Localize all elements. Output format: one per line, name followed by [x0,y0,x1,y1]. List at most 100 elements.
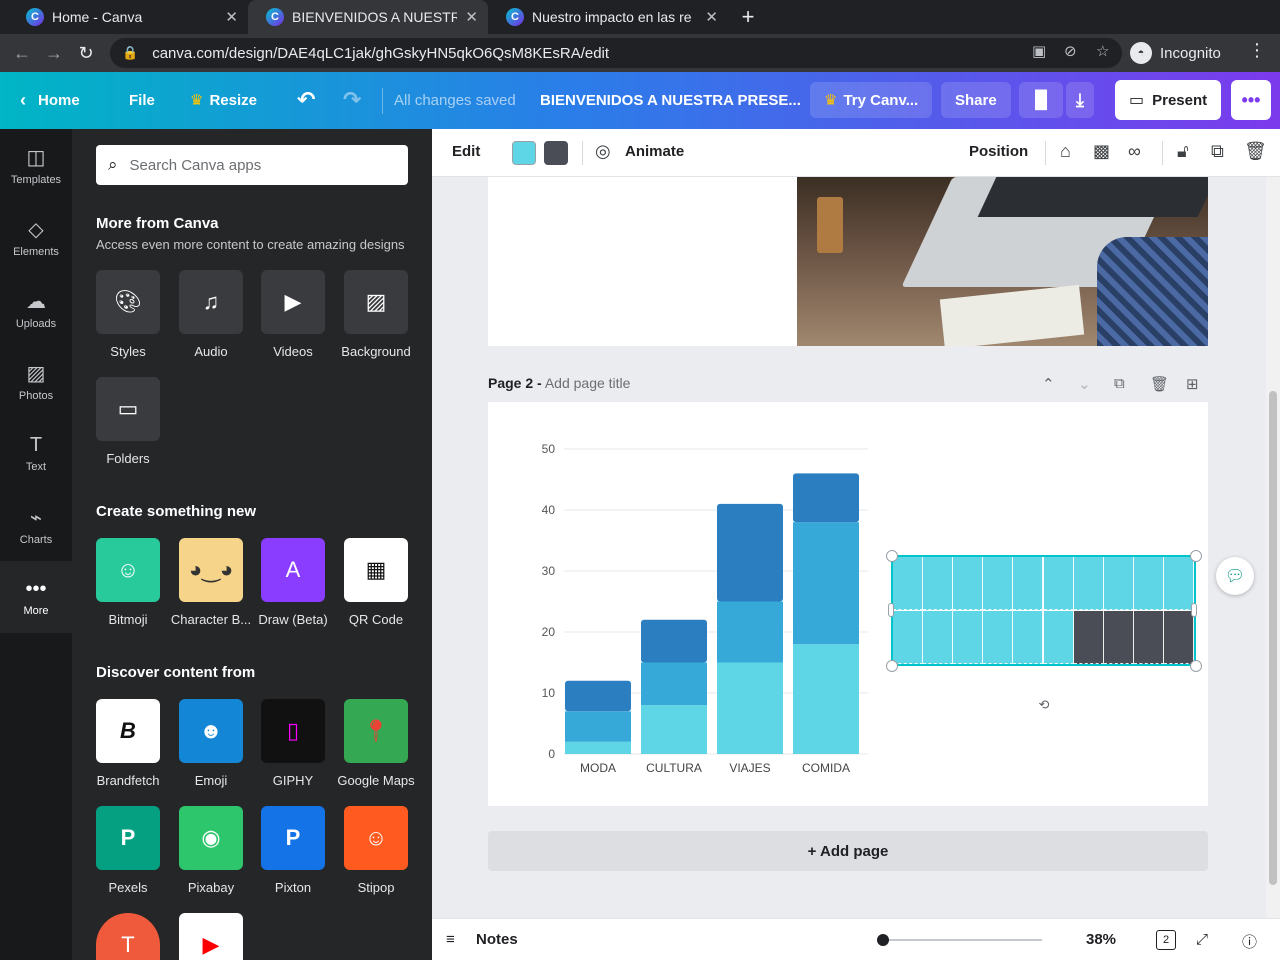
pexels-tile[interactable]: P [96,806,160,870]
rail-item-text[interactable]: T Text [0,417,72,489]
brandfetch-tile[interactable]: B [96,699,160,763]
rail-item-templates[interactable]: ◫ Templates [0,129,72,201]
color-swatch-fill[interactable] [512,141,536,165]
chevron-down-icon[interactable]: ⌄ [1078,375,1091,393]
duplicate-page-icon[interactable]: ⧉ [1114,375,1125,392]
rail-item-charts[interactable]: ⌁ Charts [0,489,72,561]
draw-beta-tile[interactable]: A [261,538,325,602]
browser-tab-home[interactable]: C Home - Canva ✕ [8,0,248,34]
rail-item-more[interactable]: ••• More [0,561,72,633]
giphy-tile[interactable]: ▯ [261,699,325,763]
redo-icon[interactable]: ↷ [343,82,361,118]
new-tab-icon[interactable]: + [736,3,760,31]
resize-handle-bl[interactable] [886,660,898,672]
add-comment-icon[interactable]: 💬︎ [1216,557,1254,595]
browser-tab-active[interactable]: C BIENVENIDOS A NUESTRA ✕ [248,0,488,34]
stacked-bar-chart[interactable]: 0 10 20 30 40 50 MODA CULTURA VIAJES COMIDA [528,432,928,822]
close-tab-icon[interactable]: ✕ [465,8,478,26]
fullscreen-icon[interactable]: ⤢ [1196,931,1208,948]
bookmark-star-icon[interactable]: ☆ [1096,42,1109,60]
add-page-title-field[interactable]: Add page title [545,375,631,391]
rail-item-uploads[interactable]: ☁ Uploads [0,273,72,345]
videos-tile[interactable]: ▶ [261,270,325,334]
canvas-scrollbar[interactable] [1266,177,1280,918]
notes-button[interactable]: Notes [476,931,518,948]
audio-tile[interactable]: ♫ [179,270,243,334]
rail-item-photos[interactable]: ▨ Photos [0,345,72,417]
resize-handle-right[interactable] [1191,603,1197,617]
chevron-up-icon[interactable]: ⌃ [1042,375,1055,393]
file-menu-button[interactable]: File [129,82,155,118]
resize-handle-br[interactable] [1190,660,1202,672]
back-icon[interactable]: ← [9,40,35,66]
home-button[interactable]: ‹ Home [20,82,80,118]
rail-label: More [23,604,49,617]
resize-handle-left[interactable] [888,603,894,617]
present-button[interactable]: ▭ Present [1115,80,1222,120]
delete-page-icon[interactable]: 🗑︎ [1150,375,1169,393]
add-page-icon[interactable]: ⊞ [1186,375,1199,393]
resize-button[interactable]: ♛ Resize [190,82,257,118]
zoom-slider-knob[interactable] [877,934,889,946]
emoji-tile[interactable]: ☻ [179,699,243,763]
folders-tile[interactable]: ▭ [96,377,160,441]
stipop-tile[interactable]: ☺ [344,806,408,870]
animate-button[interactable]: Animate [625,143,684,160]
browser-menu-icon[interactable]: ⋮ [1248,40,1266,61]
document-title[interactable]: BIENVENIDOS A NUESTRA PRESE... [540,92,801,109]
page-2[interactable]: 0 10 20 30 40 50 MODA CULTURA VIAJES COMIDA ⟲ [488,402,1208,806]
try-canva-pro-button[interactable]: ♛ Try Canv... [810,82,933,118]
download-button[interactable]: ⤓ [1066,82,1094,118]
search-input[interactable] [129,156,370,174]
grid-cell [893,557,924,610]
forward-icon[interactable]: → [41,40,67,66]
emoji-face-icon: ☻ [199,718,223,743]
lock-icon[interactable]: 🔓︎ [1177,141,1189,162]
styles-tile[interactable]: 🎨︎ [96,270,160,334]
close-tab-icon[interactable]: ✕ [225,8,238,26]
laptop-photo[interactable] [797,177,1208,346]
reload-icon[interactable]: ↻ [73,40,99,66]
qr-code-tile[interactable]: ▦ [344,538,408,602]
transparency-icon[interactable]: ▩ [1093,141,1110,162]
rail-item-elements[interactable]: ◇ Elements [0,201,72,273]
color-swatch-empty[interactable] [544,141,568,165]
bitmoji-tile[interactable]: ☺ [96,538,160,602]
resize-handle-tl[interactable] [886,550,898,562]
youtube-tile[interactable]: ▶ [179,913,243,960]
typecraft-tile[interactable]: T [96,913,160,960]
clipboard-icon[interactable]: ▣ [1032,42,1046,60]
link-icon[interactable]: ∞ [1128,141,1141,162]
page-1[interactable] [488,177,1208,346]
zoom-level[interactable]: 38% [1086,931,1116,948]
share-button[interactable]: Share [941,82,1011,118]
undo-icon[interactable]: ↶ [297,82,315,118]
help-icon[interactable]: ⓘ [1242,931,1257,952]
incognito-indicator[interactable]: ◓ Incognito [1130,38,1221,68]
trash-icon[interactable]: 🗑︎ [1244,141,1267,162]
add-page-button[interactable]: + Add page [488,831,1208,871]
search-apps-box[interactable]: ⌕ [96,145,408,185]
background-tile[interactable]: ▨ [344,270,408,334]
bar-segment [565,680,631,712]
paint-roller-icon[interactable]: ⌂ [1060,141,1071,162]
browser-tab-impacto[interactable]: C Nuestro impacto en las re ✕ [488,0,728,34]
rotate-handle-icon[interactable]: ⟲ [1033,694,1055,716]
progress-grid-element[interactable] [891,555,1196,666]
eye-off-icon[interactable]: ⊘ [1064,42,1077,60]
duplicate-icon[interactable]: ⧉ [1211,141,1224,162]
canvas-scroll-thumb[interactable] [1269,391,1277,885]
more-options-button[interactable]: ••• [1231,80,1271,120]
resize-handle-tr[interactable] [1190,550,1202,562]
character-builder-tile[interactable]: ◕‿◕ [179,538,243,602]
edit-button[interactable]: Edit [452,143,480,160]
position-button[interactable]: Position [969,143,1028,160]
page-count-button[interactable]: 2 [1156,930,1176,950]
url-field[interactable]: 🔒 canva.com/design/DAE4qLC1jak/ghGskyHN5… [110,38,1122,68]
insights-button[interactable]: ▐▌ [1019,82,1064,118]
google-maps-tile[interactable]: 📍︎ [344,699,408,763]
zoom-slider[interactable] [882,939,1042,941]
pixton-tile[interactable]: P [261,806,325,870]
close-tab-icon[interactable]: ✕ [705,8,718,26]
pixabay-tile[interactable]: ◉ [179,806,243,870]
